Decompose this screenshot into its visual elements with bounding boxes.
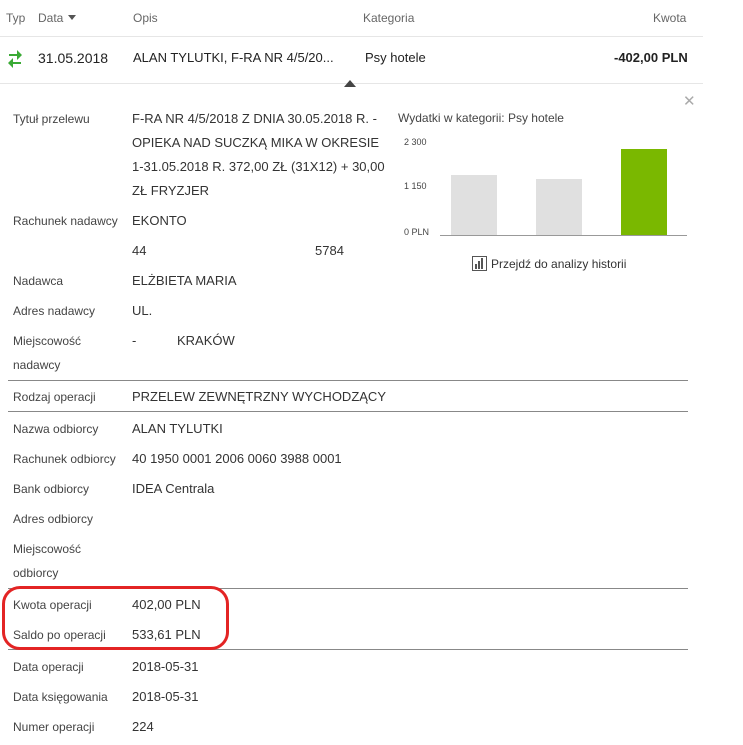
- x-axis: [440, 235, 687, 236]
- header-data-label: Data: [38, 11, 64, 25]
- operation-number-value: 224: [132, 719, 154, 734]
- header-opis: Opis: [133, 11, 158, 25]
- chart-title: Wydatki w kategorii: Psy hotele: [398, 111, 564, 125]
- sender-label: Nadawca: [13, 274, 64, 288]
- chart-category-name: Psy hotele: [507, 111, 564, 125]
- section-divider: [8, 411, 688, 412]
- y-tick-label: 1 150: [404, 181, 427, 191]
- history-analysis-label: Przejdź do analizy historii: [491, 257, 627, 271]
- transaction-description: ALAN TYLUTKI, F-RA NR 4/5/20...: [133, 50, 334, 65]
- title-line-2: OPIEKA NAD SUCZKĄ MIKA W OKRESIE: [132, 135, 380, 150]
- title-label: Tytuł przelewu: [13, 112, 90, 126]
- sender-account-label: Rachunek nadawcy: [13, 214, 118, 228]
- transfer-icon: [7, 48, 23, 75]
- operation-date-label: Data operacji: [13, 660, 84, 674]
- recipient-value: ALAN TYLUTKI: [132, 421, 223, 436]
- close-icon[interactable]: ✕: [683, 92, 696, 110]
- section-divider: [8, 380, 688, 381]
- operation-type-label: Rodzaj operacji: [13, 390, 96, 404]
- table-header: Typ Data Opis Kategoria Kwota: [0, 0, 703, 37]
- chart-bar: [536, 178, 582, 235]
- operation-type-value: PRZELEW ZEWNĘTRZNY WYCHODZĄCY: [132, 389, 386, 404]
- sender-city-label-2: nadawcy: [13, 358, 61, 372]
- history-analysis-link[interactable]: Przejdź do analizy historii: [472, 256, 627, 272]
- header-kwota: Kwota: [653, 11, 687, 25]
- recipient-bank-label: Bank odbiorcy: [13, 482, 90, 496]
- recipient-bank-value: IDEA Centrala: [132, 481, 215, 496]
- sender-account-end: 5784: [315, 243, 344, 258]
- title-line-3: 1-31.05.2018 R. 372,00 ZŁ (31X12) + 30,0…: [132, 159, 385, 174]
- title-line-1: F-RA NR 4/5/2018 Z DNIA 30.05.2018 R. -: [132, 111, 377, 126]
- transaction-row[interactable]: 31.05.2018 ALAN TYLUTKI, F-RA NR 4/5/20.…: [0, 37, 703, 84]
- sender-address-value: UL.: [132, 303, 153, 318]
- recipient-account-label: Rachunek odbiorcy: [13, 452, 116, 466]
- y-tick-label: 0 PLN: [404, 227, 430, 237]
- recipient-city-label-2: odbiorcy: [13, 566, 59, 580]
- transaction-amount: -402,00 PLN: [614, 50, 688, 65]
- operation-number-label: Numer operacji: [13, 720, 95, 734]
- header-kategoria: Kategoria: [363, 11, 415, 25]
- chart-bar: [621, 149, 667, 235]
- title-line-4: ZŁ FRYZJER: [132, 183, 210, 198]
- transaction-category: Psy hotele: [365, 50, 426, 65]
- sender-account-start: 44: [132, 243, 147, 258]
- booking-date-value: 2018-05-31: [132, 689, 199, 704]
- header-data-sort[interactable]: Data: [38, 11, 77, 25]
- chart-bar: [451, 175, 497, 235]
- sender-account-name: EKONTO: [132, 213, 187, 228]
- header-typ: Typ: [6, 11, 26, 25]
- sender-address-label: Adres nadawcy: [13, 304, 96, 318]
- operation-date-value: 2018-05-31: [132, 659, 199, 674]
- transaction-date: 31.05.2018: [38, 50, 109, 66]
- booking-date-label: Data księgowania: [13, 690, 108, 704]
- recipient-label: Nazwa odbiorcy: [13, 422, 99, 436]
- recipient-account-value: 40 1950 0001 2006 0060 3988 0001: [132, 451, 342, 466]
- chart-title-prefix: Wydatki w kategorii:: [398, 111, 505, 125]
- bar-chart-icon: [472, 256, 487, 272]
- sender-value: ELŻBIETA MARIA: [132, 273, 237, 288]
- sender-city-value: KRAKÓW: [177, 333, 235, 348]
- details-pointer-icon: [344, 80, 356, 87]
- sender-city-dash: -: [132, 333, 137, 348]
- sender-city-label-1: Miejscowość: [13, 334, 82, 348]
- y-tick-label: 2 300: [404, 137, 427, 147]
- sort-caret-icon: [68, 15, 77, 21]
- highlight-annotation: [2, 586, 229, 650]
- recipient-city-label-1: Miejscowość: [13, 542, 82, 556]
- recipient-address-label: Adres odbiorcy: [13, 512, 94, 526]
